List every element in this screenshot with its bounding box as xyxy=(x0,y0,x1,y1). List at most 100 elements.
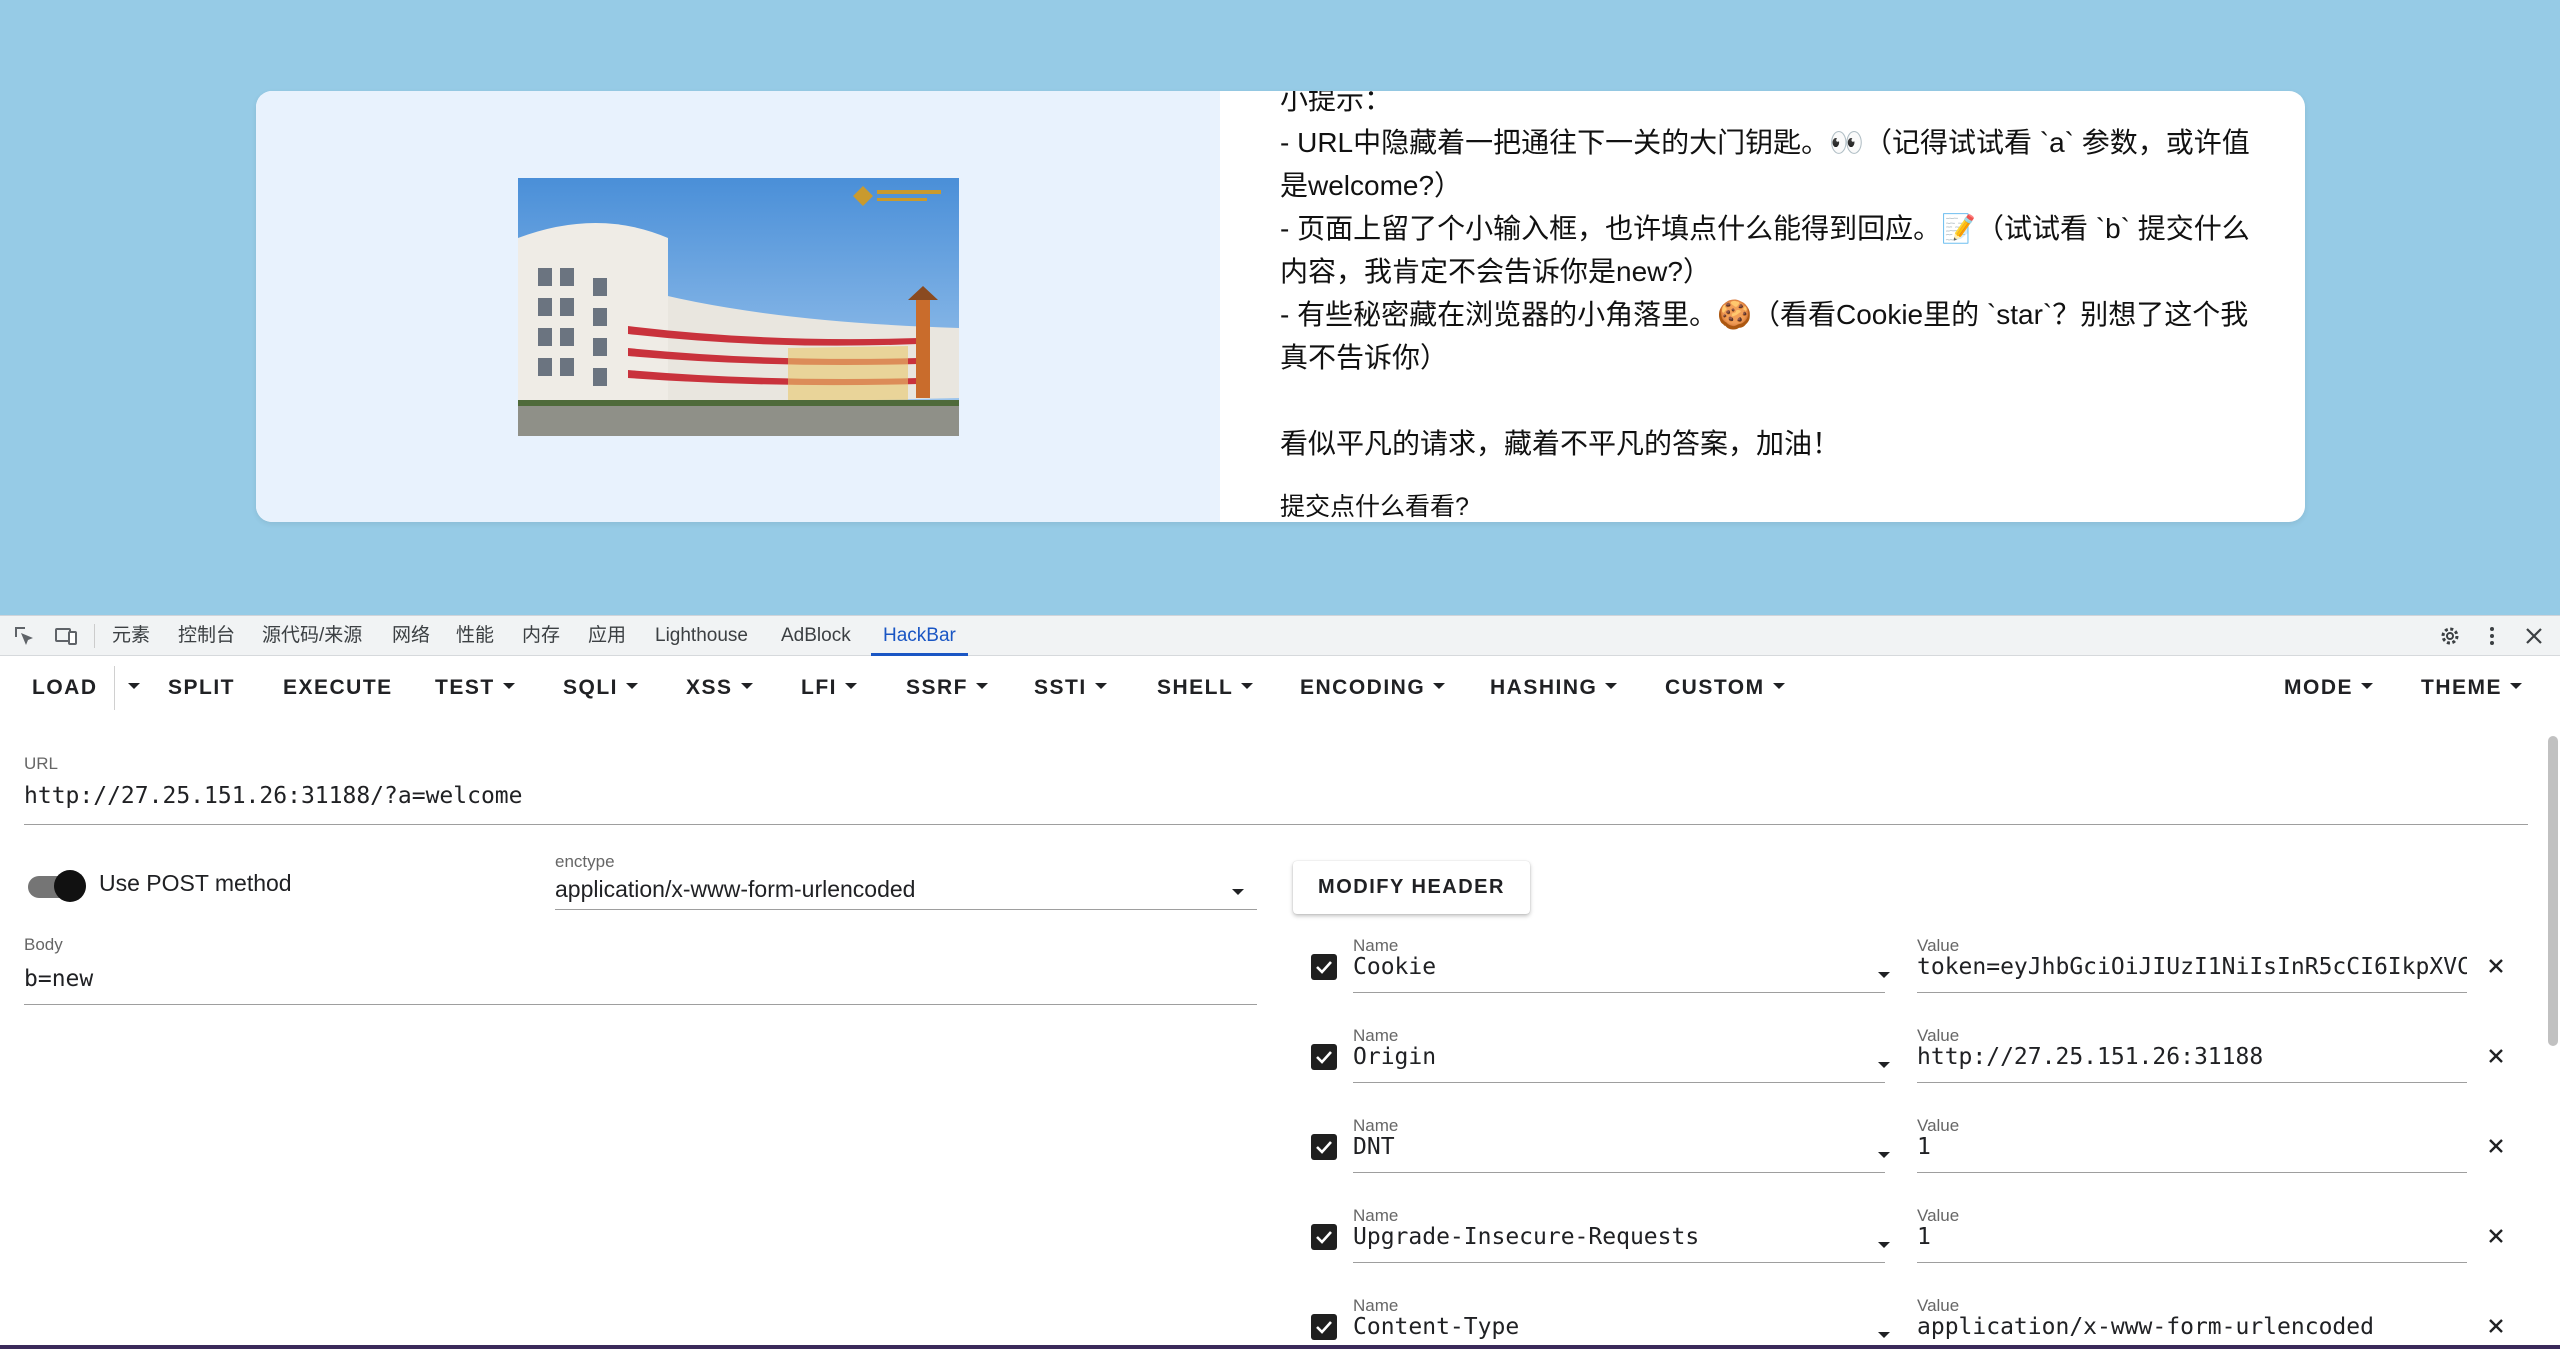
submit-prompt: 提交点什么看看? xyxy=(1280,493,1469,521)
encoding-menu[interactable]: ENCODING xyxy=(1300,656,1446,720)
hashing-menu[interactable]: HASHING xyxy=(1490,656,1618,720)
shell-menu[interactable]: SHELL xyxy=(1157,656,1254,720)
school-building-photo xyxy=(518,178,959,436)
shell-menu-label: SHELL xyxy=(1157,676,1234,699)
lfi-menu[interactable]: LFI xyxy=(801,656,857,720)
header-name-select[interactable]: Cookie xyxy=(1353,954,1853,980)
toggle-knob xyxy=(54,870,86,902)
tab-lighthouse[interactable]: Lighthouse xyxy=(655,616,748,656)
header-value-input[interactable]: 1 xyxy=(1917,1224,2467,1250)
hint-line: 内容，我肯定不会告诉你是new?） xyxy=(1280,256,1711,287)
hint-line: 小提示： xyxy=(1280,91,1393,115)
theme-menu[interactable]: THEME xyxy=(2421,656,2522,720)
header-enabled-checkbox[interactable] xyxy=(1311,1044,1337,1070)
post-method-label: Use POST method xyxy=(99,870,292,896)
hint-line: - URL中隐藏着一把通往下一关的大门钥匙。👀（记得试试看 `a` 参数，或许值 xyxy=(1280,127,2250,158)
post-method-toggle[interactable] xyxy=(24,870,86,902)
header-value-input[interactable]: application/x-www-form-urlencoded xyxy=(1917,1314,2467,1340)
header-name-label: Name xyxy=(1353,936,1399,955)
header-name-underline xyxy=(1353,1082,1885,1083)
xss-menu-label: XSS xyxy=(686,676,733,699)
hint-line: 真不告诉你） xyxy=(1280,342,1449,373)
ssrf-menu[interactable]: SSRF xyxy=(906,656,989,720)
sqli-menu[interactable]: SQLI xyxy=(563,656,639,720)
chevron-down-icon xyxy=(626,683,639,690)
url-input-underline xyxy=(24,824,2528,825)
chevron-down-icon xyxy=(1094,683,1107,690)
enctype-label: enctype xyxy=(555,852,615,871)
header-value-input[interactable]: http://27.25.151.26:31188 xyxy=(1917,1044,2467,1070)
mode-menu-label: MODE xyxy=(2284,676,2353,699)
chevron-down-icon xyxy=(2510,683,2522,690)
chevron-down-icon xyxy=(1232,889,1244,895)
chevron-down-icon xyxy=(1878,1062,1890,1068)
toolbar-divider xyxy=(114,666,115,710)
tab-network[interactable]: 网络 xyxy=(392,616,430,656)
remove-header-icon[interactable] xyxy=(2485,1315,2507,1337)
header-value-input[interactable]: 1 xyxy=(1917,1134,2467,1160)
more-vertical-icon[interactable] xyxy=(2480,624,2504,648)
remove-header-icon[interactable] xyxy=(2485,1225,2507,1247)
checkmark-icon xyxy=(1316,961,1332,974)
ssrf-menu-label: SSRF xyxy=(906,676,969,699)
settings-gear-icon[interactable] xyxy=(2438,624,2462,648)
url-input[interactable]: http://27.25.151.26:31188/?a=welcome xyxy=(24,783,2524,809)
chevron-down-icon xyxy=(502,683,515,690)
header-enabled-checkbox[interactable] xyxy=(1311,954,1337,980)
header-name-select[interactable]: Content-Type xyxy=(1353,1314,1853,1340)
modify-header-button[interactable]: MODIFY HEADER xyxy=(1293,861,1530,914)
chevron-down-icon xyxy=(1878,972,1890,978)
header-name-select[interactable]: Origin xyxy=(1353,1044,1853,1070)
header-enabled-checkbox[interactable] xyxy=(1311,1134,1337,1160)
xss-menu[interactable]: XSS xyxy=(686,656,753,720)
devtools-panel: 元素 控制台 源代码/来源 网络 性能 内存 应用 Lighthouse AdB… xyxy=(0,615,2560,1349)
inspect-element-icon[interactable] xyxy=(12,624,36,648)
ssti-menu[interactable]: SSTI xyxy=(1034,656,1107,720)
devtools-scrollbar[interactable] xyxy=(2548,736,2558,1046)
tab-performance[interactable]: 性能 xyxy=(456,616,494,656)
enctype-select[interactable]: application/x-www-form-urlencoded xyxy=(555,876,1195,903)
test-menu-label: TEST xyxy=(435,676,495,699)
tab-application[interactable]: 应用 xyxy=(588,616,626,656)
header-row-cookie: Name Cookie Value token=eyJhbGciOiJIUzI1… xyxy=(1300,936,2520,1026)
header-name-label: Name xyxy=(1353,1206,1399,1225)
chevron-down-icon xyxy=(2361,683,2373,690)
lfi-menu-label: LFI xyxy=(801,676,837,699)
header-value-input[interactable]: token=eyJhbGciOiJIUzI1NiIsInR5cCI6IkpXVC… xyxy=(1917,954,2467,980)
load-button[interactable]: LOAD xyxy=(32,656,98,720)
mode-menu[interactable]: MODE xyxy=(2284,656,2373,720)
remove-header-icon[interactable] xyxy=(2485,1135,2507,1157)
tab-elements[interactable]: 元素 xyxy=(112,616,150,656)
hint-line: - 页面上留了个小输入框，也许填点什么能得到回应。📝（试试看 `b` 提交什么 xyxy=(1280,213,2250,244)
header-row-dnt: Name DNT Value 1 xyxy=(1300,1116,2520,1206)
test-menu[interactable]: TEST xyxy=(435,656,515,720)
split-button[interactable]: SPLIT xyxy=(168,656,235,720)
tab-sources[interactable]: 源代码/来源 xyxy=(262,616,362,656)
custom-menu[interactable]: CUSTOM xyxy=(1665,656,1785,720)
remove-header-icon[interactable] xyxy=(2485,955,2507,977)
ssti-menu-label: SSTI xyxy=(1034,676,1087,699)
chevron-down-icon xyxy=(1433,683,1446,690)
header-row-content-type: Name Content-Type Value application/x-ww… xyxy=(1300,1296,2520,1349)
load-dropdown-button[interactable] xyxy=(120,656,140,720)
remove-header-icon[interactable] xyxy=(2485,1045,2507,1067)
tab-memory[interactable]: 内存 xyxy=(522,616,560,656)
header-enabled-checkbox[interactable] xyxy=(1311,1224,1337,1250)
devtools-tabbar: 元素 控制台 源代码/来源 网络 性能 内存 应用 Lighthouse AdB… xyxy=(0,616,2560,656)
hint-line: 是welcome?） xyxy=(1280,170,1463,201)
encoding-menu-label: ENCODING xyxy=(1300,676,1426,699)
tab-adblock[interactable]: AdBlock xyxy=(781,616,851,656)
header-name-select[interactable]: DNT xyxy=(1353,1134,1853,1160)
header-value-label: Value xyxy=(1917,1116,1960,1135)
body-input[interactable]: b=new xyxy=(24,966,1254,992)
device-toolbar-icon[interactable] xyxy=(54,624,78,648)
execute-button[interactable]: EXECUTE xyxy=(283,656,393,720)
chevron-down-icon xyxy=(1878,1152,1890,1158)
header-value-underline xyxy=(1917,992,2467,993)
tab-hackbar[interactable]: HackBar xyxy=(871,616,968,656)
header-name-select[interactable]: Upgrade-Insecure-Requests xyxy=(1353,1224,1853,1250)
close-icon[interactable] xyxy=(2522,624,2546,648)
header-value-underline xyxy=(1917,1262,2467,1263)
tab-console[interactable]: 控制台 xyxy=(178,616,235,656)
header-enabled-checkbox[interactable] xyxy=(1311,1314,1337,1340)
